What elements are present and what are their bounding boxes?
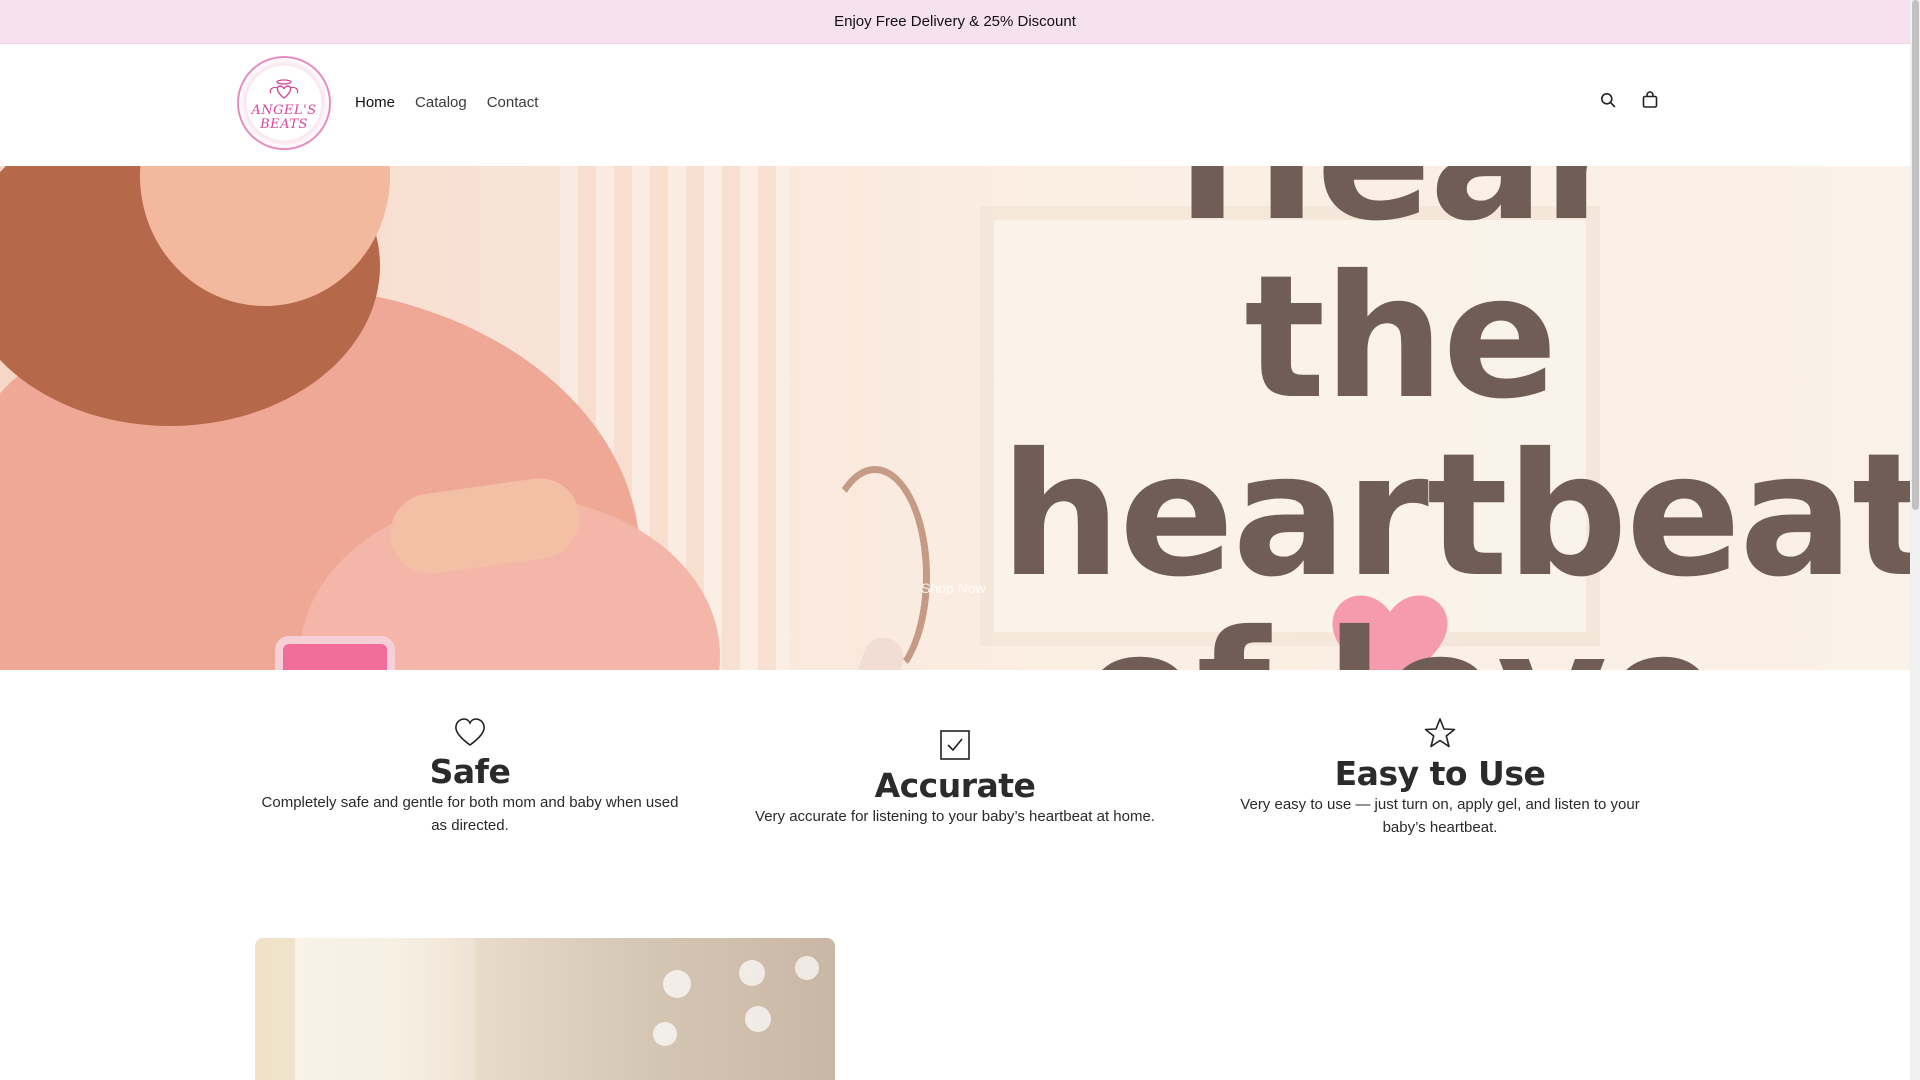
main-nav: Home Catalog Contact: [355, 94, 538, 111]
nav-item-catalog[interactable]: Catalog: [415, 94, 467, 111]
star-icon: [1230, 716, 1650, 750]
brand-logo[interactable]: ANGEL'S BEATS: [237, 56, 331, 150]
shop-now-button[interactable]: Shop Now: [921, 580, 986, 596]
feature-description: Completely safe and gentle for both mom …: [261, 794, 679, 834]
nav-item-contact[interactable]: Contact: [487, 94, 539, 111]
page-scrollbar-thumb[interactable]: [1912, 0, 1919, 510]
logo-text: ANGEL'S BEATS: [251, 103, 317, 132]
angel-heart-icon: [266, 78, 302, 104]
feature-easy-to-use: Easy to Use Very easy to use — just turn…: [1230, 716, 1650, 839]
heart-icon: [255, 716, 685, 748]
hero-headline: Hear the heartbeat of love: [1000, 166, 1910, 670]
checkbox-icon: [740, 728, 1170, 762]
search-icon[interactable]: [1598, 90, 1618, 110]
bokeh-decoration: [663, 970, 691, 998]
announcement-bar: Enjoy Free Delivery & 25% Discount: [0, 0, 1910, 44]
feature-safe: Safe Completely safe and gentle for both…: [255, 716, 685, 837]
features-section: Safe Completely safe and gentle for both…: [0, 700, 1910, 880]
hero-banner: Hear the heartbeat of love Shop Now: [0, 166, 1910, 670]
feature-accurate: Accurate Very accurate for listening to …: [740, 728, 1170, 828]
shopping-bag-icon[interactable]: [1640, 90, 1660, 110]
window-light-decoration: [295, 938, 475, 1080]
feature-title: Accurate: [874, 766, 1036, 805]
bokeh-decoration: [745, 1006, 771, 1032]
hero-headline-line: Hear the: [1176, 166, 1626, 437]
feature-title: Safe: [429, 752, 511, 791]
nav-item-home[interactable]: Home: [355, 94, 395, 111]
feature-title: Easy to Use: [1334, 754, 1546, 793]
hero-headline-line: of love: [1000, 605, 1800, 670]
bokeh-decoration: [739, 960, 765, 986]
hero-headline-line: heartbeat: [1000, 417, 1910, 615]
bokeh-decoration: [795, 956, 819, 980]
site-header: ANGEL'S BEATS Home Catalog Contact: [0, 44, 1910, 166]
product-lifestyle-image: [255, 938, 835, 1080]
feature-description: Very accurate for listening to your baby…: [755, 808, 1155, 825]
bokeh-decoration: [653, 1022, 677, 1046]
doppler-screen-illustration: [275, 636, 395, 670]
feature-description: Very easy to use — just turn on, apply g…: [1240, 796, 1640, 836]
header-actions: [1598, 90, 1660, 110]
announcement-text: Enjoy Free Delivery & 25% Discount: [834, 13, 1076, 30]
